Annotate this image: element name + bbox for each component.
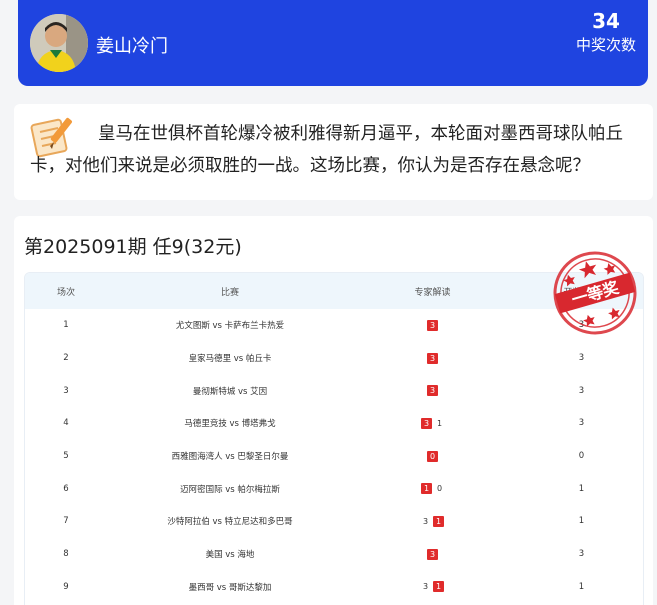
pick-hit-badge: 1 bbox=[433, 515, 444, 527]
match-name: 皇家马德里 vs 帕丘卡 bbox=[188, 354, 272, 365]
expert-header: 姜山冷门 34 中奖次数 bbox=[18, 0, 648, 86]
column-header-result: 开奖结果 bbox=[563, 287, 600, 298]
draw-result: 3 bbox=[578, 385, 585, 396]
match-number: 8 bbox=[63, 549, 69, 560]
result-card: 第2025091期 任9(32元) 场次 比赛 专家解读 开奖结果 1 尤文图斯 … bbox=[14, 216, 653, 605]
match-name: 马德里竞技 vs 博塔弗戈 bbox=[184, 419, 276, 430]
expert-pick: 31 bbox=[353, 571, 512, 604]
pick-hit-badge: 3 bbox=[427, 385, 438, 397]
match-number: 9 bbox=[63, 581, 69, 592]
match-number: 1 bbox=[63, 320, 69, 331]
match-number: 3 bbox=[63, 385, 69, 396]
question-text: 皇马在世俱杯首轮爆冷被利雅得新月逼平，本轮面对墨西哥球队帕丘卡，对他们来说是必须… bbox=[30, 124, 623, 176]
table-row[interactable]: 2 皇家马德里 vs 帕丘卡 3 3 bbox=[25, 342, 643, 375]
match-name: 尤文图斯 vs 卡萨布兰卡热爱 bbox=[175, 321, 285, 332]
expert-pick: 3 bbox=[353, 342, 512, 375]
match-name: 迈阿密国际 vs 帕尔梅拉斯 bbox=[180, 484, 280, 495]
match-number: 2 bbox=[63, 353, 69, 364]
match-number: 4 bbox=[63, 418, 69, 429]
draw-result: 3 bbox=[578, 418, 585, 429]
column-header-match: 比赛 bbox=[220, 287, 239, 298]
expert-pick: 31 bbox=[353, 505, 512, 538]
match-name: 曼彻斯特城 vs 艾因 bbox=[192, 386, 268, 397]
pick-hit-badge: 0 bbox=[427, 450, 438, 462]
table-row[interactable]: 6 迈阿密国际 vs 帕尔梅拉斯 1 0 1 bbox=[25, 472, 643, 505]
result-table: 场次 比赛 专家解读 开奖结果 1 尤文图斯 vs 卡萨布兰卡热爱 3 3 2 皇家马德里… bbox=[24, 272, 644, 605]
match-number: 6 bbox=[63, 483, 69, 494]
table-row[interactable]: 4 马德里竞技 vs 博塔弗戈 3 1 3 bbox=[25, 407, 643, 440]
expert-pick: 10 bbox=[353, 472, 512, 505]
question-card: 皇马在世俱杯首轮爆冷被利雅得新月逼平，本轮面对墨西哥球队帕丘卡，对他们来说是必须… bbox=[14, 104, 653, 200]
pick-value: 3 bbox=[422, 516, 429, 526]
pick-hit-badge: 1 bbox=[433, 581, 444, 593]
match-name: 西雅图海湾人 vs 巴黎圣日尔曼 bbox=[171, 452, 289, 463]
pick-hit-badge: 3 bbox=[427, 548, 438, 560]
draw-result: 3 bbox=[578, 549, 585, 560]
table-header-row: 场次 比赛 专家解读 开奖结果 bbox=[25, 273, 643, 309]
period-title: 第2025091期 任9(32元) bbox=[24, 236, 242, 258]
table-row[interactable]: 7 沙特阿拉伯 vs 特立尼达和多巴哥 3 1 1 bbox=[25, 505, 643, 538]
expert-pick: 0 bbox=[353, 440, 512, 473]
table-row[interactable]: 8 美国 vs 海地 3 3 bbox=[25, 538, 643, 571]
expert-pick: 3 bbox=[353, 374, 512, 407]
table-row[interactable]: 5 西雅图海湾人 vs 巴黎圣日尔曼 0 0 bbox=[25, 440, 643, 473]
pick-value: 3 bbox=[422, 582, 429, 592]
draw-result: 3 bbox=[578, 320, 585, 331]
match-name: 墨西哥 vs 哥斯达黎加 bbox=[188, 582, 272, 593]
match-name: 美国 vs 海地 bbox=[205, 550, 255, 561]
win-stats: 34 中奖次数 bbox=[576, 8, 636, 56]
pick-hit-badge: 3 bbox=[421, 417, 432, 429]
win-count: 34 bbox=[592, 9, 620, 33]
win-count-label: 中奖次数 bbox=[575, 36, 636, 54]
expert-pick: 3 bbox=[353, 538, 512, 571]
pick-value: 1 bbox=[436, 418, 443, 428]
draw-result: 0 bbox=[578, 451, 585, 462]
draw-result: 1 bbox=[578, 483, 585, 494]
pick-hit-badge: 3 bbox=[427, 319, 438, 331]
username: 姜山冷门 bbox=[96, 36, 168, 57]
expert-pick: 3 bbox=[353, 309, 512, 342]
draw-result: 1 bbox=[578, 581, 585, 592]
match-name: 沙特阿拉伯 vs 特立尼达和多巴哥 bbox=[167, 517, 293, 528]
column-header-no: 场次 bbox=[56, 287, 75, 298]
draw-result: 1 bbox=[578, 516, 585, 527]
draw-result: 3 bbox=[578, 353, 585, 364]
expert-pick: 31 bbox=[353, 407, 512, 440]
table-row[interactable]: 1 尤文图斯 vs 卡萨布兰卡热爱 3 3 bbox=[25, 309, 643, 342]
pick-hit-badge: 3 bbox=[427, 352, 438, 364]
column-header-expert-pick: 专家解读 bbox=[414, 287, 451, 298]
match-number: 7 bbox=[63, 516, 69, 527]
pick-hit-badge: 1 bbox=[421, 483, 432, 495]
pick-value: 0 bbox=[436, 484, 443, 494]
match-number: 5 bbox=[63, 451, 69, 462]
table-row[interactable]: 9 墨西哥 vs 哥斯达黎加 3 1 1 bbox=[25, 571, 643, 604]
avatar[interactable] bbox=[30, 14, 88, 72]
table-row[interactable]: 3 曼彻斯特城 vs 艾因 3 3 bbox=[25, 374, 643, 407]
